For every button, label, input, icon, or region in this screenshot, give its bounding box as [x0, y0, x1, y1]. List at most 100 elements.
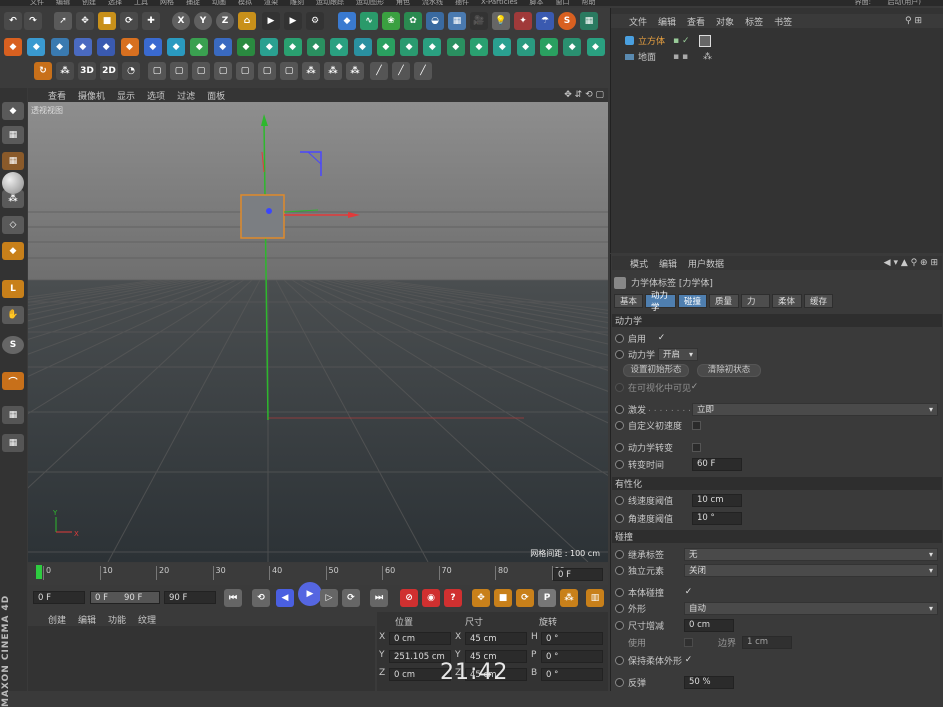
material-menu-function[interactable]: 功能 [108, 613, 126, 626]
coord-position-field[interactable]: 0 cm [389, 632, 451, 645]
snap-settings-icon[interactable]: ◔ [122, 62, 140, 80]
top-menu-item[interactable]: 捕捉 [186, 0, 200, 6]
dynamics-tag-icon[interactable] [699, 34, 711, 47]
radio-self-collision[interactable] [615, 587, 624, 597]
checkbox-custom-velocity[interactable] [692, 421, 701, 430]
om-menu-object[interactable]: 对象 [716, 15, 734, 28]
snap-tool-icon[interactable]: L [2, 280, 24, 298]
render-settings-icon[interactable]: ⚙ [306, 12, 324, 30]
workplane-4-icon[interactable]: ▢ [214, 62, 232, 80]
individual-dropdown[interactable]: 关闭 [684, 563, 938, 577]
checkbox-keep-shape[interactable]: ✓ [684, 655, 693, 665]
deformer-icon[interactable]: ◒ [426, 12, 444, 30]
object-flags-floor[interactable]: ▪ ▪ [673, 52, 688, 62]
viewport[interactable]: Y X 透视视图 网格间距 : 100 cm [28, 102, 608, 562]
coord-size-field[interactable]: 45 cm [465, 632, 527, 645]
top-menu-item[interactable]: 创建 [82, 0, 96, 6]
sound-icon[interactable]: ◆ [306, 38, 325, 56]
linear-threshold-field[interactable]: 10 cm [692, 493, 742, 507]
shader-icon[interactable]: ◆ [283, 38, 302, 56]
om-menu-view[interactable]: 查看 [687, 15, 705, 28]
object-name-cube[interactable]: 立方体 [638, 34, 665, 47]
reeffector-icon[interactable]: ◆ [493, 38, 512, 56]
bounce-field[interactable]: 50 % [684, 675, 734, 689]
workplane-2-icon[interactable]: ▢ [170, 62, 188, 80]
top-menu-item[interactable]: 帮助 [581, 0, 595, 6]
attr-menu-edit[interactable]: 编辑 [659, 257, 677, 270]
viewport-menu-display[interactable]: 显示 [117, 89, 135, 102]
emitter-icon[interactable]: ◆ [4, 38, 22, 56]
radio-inherit-tag[interactable] [615, 549, 624, 559]
generator-icon[interactable]: ◆ [586, 38, 605, 56]
particles-icon[interactable]: ✦ [514, 12, 532, 30]
om-search-icon[interactable]: ⚲ ⊞ [905, 16, 922, 26]
step-forward-icon[interactable]: ▷ [320, 589, 338, 607]
attr-tab[interactable]: 基本 [614, 294, 643, 308]
checkbox-enabled[interactable]: ✓ [657, 333, 666, 343]
radio-visible[interactable] [615, 382, 624, 392]
go-end-icon[interactable]: ⏭ [370, 589, 388, 607]
attr-tab[interactable]: 力 [741, 294, 770, 308]
script-icon[interactable]: S [558, 12, 576, 30]
checkbox-visible[interactable]: ✓ [690, 382, 699, 392]
top-menu-item[interactable]: 雕刻 [290, 0, 304, 6]
voronoi-icon[interactable]: ◆ [97, 38, 116, 56]
om-menu-tag[interactable]: 标签 [745, 15, 763, 28]
border-field[interactable]: 1 cm [742, 635, 792, 649]
z-axis-icon[interactable]: Z [216, 12, 234, 30]
checkbox-dyn-transition[interactable] [692, 443, 701, 452]
radio-linear-threshold[interactable] [615, 495, 624, 505]
array-icon[interactable]: ✿ [404, 12, 422, 30]
guide-3-icon[interactable]: ⁂ [346, 62, 364, 80]
record-icon[interactable]: ⊘ [400, 589, 418, 607]
attr-tab[interactable]: 缓存 [804, 294, 833, 308]
model-mode-icon[interactable]: ◆ [2, 102, 24, 120]
workplane-icon[interactable]: ▢ [148, 62, 166, 80]
om-menu-file[interactable]: 文件 [629, 15, 647, 28]
inheritance-icon[interactable]: ◆ [213, 38, 232, 56]
end-frame-field[interactable]: 90 F [164, 591, 216, 604]
om-menu-edit[interactable]: 编辑 [658, 15, 676, 28]
start-frame-field[interactable]: 0 F [33, 591, 85, 604]
target-icon[interactable]: ◆ [376, 38, 395, 56]
top-menu-item[interactable]: 流水线 [422, 0, 443, 6]
python-icon[interactable]: ◆ [446, 38, 465, 56]
falloff-icon[interactable]: ◆ [539, 38, 558, 56]
3d-snap-icon[interactable]: 3D [78, 62, 96, 80]
radio-bounce[interactable] [615, 677, 624, 687]
attr-nav-icons[interactable]: ◀ ▾ ▲ ⚲ ⊕ ⊞ [884, 258, 938, 268]
workplane-7-icon[interactable]: ▢ [280, 62, 298, 80]
delay-icon[interactable]: ◆ [167, 38, 186, 56]
attr-tab[interactable]: 质量 [709, 294, 739, 308]
clear-initial-state-button[interactable]: 清除初状态 [697, 364, 761, 377]
material-menu-edit[interactable]: 编辑 [78, 613, 96, 626]
solo-icon[interactable]: S [2, 336, 24, 354]
step-icon[interactable]: ◆ [353, 38, 372, 56]
texture-mode-icon[interactable]: ▦ [2, 126, 24, 144]
tool-rotate-icon[interactable]: ↻ [34, 62, 52, 80]
prev-key-icon[interactable]: ⟲ [252, 589, 270, 607]
viewport-menu-filter[interactable]: 过滤 [177, 89, 195, 102]
xp-icon[interactable]: ☂ [536, 12, 554, 30]
y-axis-icon[interactable]: Y [194, 12, 212, 30]
spline-effector-icon[interactable]: ◆ [330, 38, 349, 56]
guide-2-icon[interactable]: ⁂ [324, 62, 342, 80]
object-row-cube[interactable]: 立方体 ▪ ✓ [613, 34, 743, 47]
top-menu-item[interactable]: 网格 [160, 0, 174, 6]
top-menu-item[interactable]: 选择 [108, 0, 122, 6]
rotate-icon[interactable]: ⟳ [120, 12, 138, 30]
light-icon[interactable]: 💡 [492, 12, 510, 30]
axis-3-icon[interactable]: ╱ [414, 62, 432, 80]
top-menu-item[interactable]: 编辑 [56, 0, 70, 6]
layout-icon[interactable]: ▦ [580, 12, 598, 30]
key-param-icon[interactable]: P [538, 589, 556, 607]
layout-value[interactable]: 启动(用户) [888, 0, 921, 6]
effector-icon[interactable]: ◆ [120, 38, 139, 56]
attr-tab[interactable]: 柔体 [772, 294, 802, 308]
key-scale-icon[interactable]: ■ [494, 589, 512, 607]
checkbox-self-collision[interactable]: ✓ [684, 587, 693, 597]
planar-workplane-icon[interactable]: ▦ [2, 434, 24, 452]
fracture-icon[interactable]: ◆ [50, 38, 69, 56]
radio-keep-shape[interactable] [615, 655, 624, 665]
time-icon[interactable]: ◆ [400, 38, 419, 56]
